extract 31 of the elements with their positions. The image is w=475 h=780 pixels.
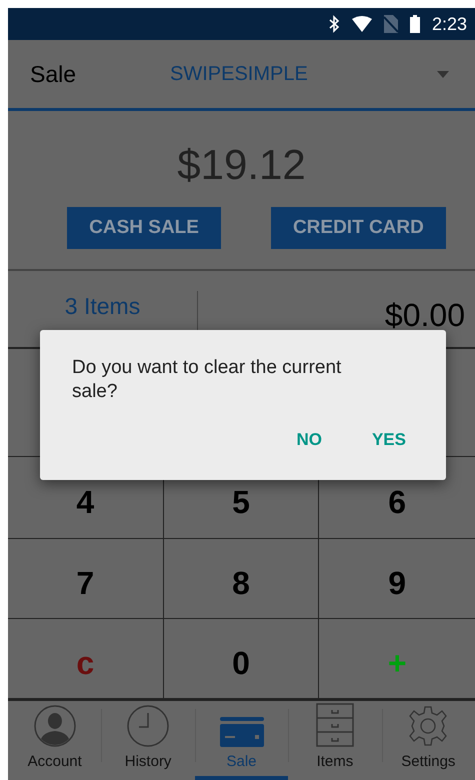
payment-button[interactable]: CREDIT CARD (270, 207, 446, 249)
person-icon (34, 705, 76, 747)
wifi-icon (352, 16, 372, 32)
sale-amount: $19.12 (177, 141, 306, 189)
screen-title: Sale (30, 60, 78, 88)
drawers-icon (316, 703, 354, 747)
keypad-key[interactable]: 9 (319, 539, 475, 619)
total-amount: $0.00 (384, 297, 465, 334)
keypad-key[interactable]: 7 (8, 539, 164, 619)
dialog-message: Do you want to clear the current sale? (72, 356, 342, 404)
dropdown-caret-icon (437, 70, 449, 78)
keypad-key[interactable]: + (319, 619, 475, 699)
clock-time: 2:23 (432, 14, 467, 34)
nav-tab[interactable]: Sale (194, 701, 288, 780)
bluetooth-icon (328, 15, 340, 33)
payment-button[interactable]: CASH SALE (67, 207, 221, 249)
account-dropdown[interactable]: SWIPESIMPLE (170, 62, 461, 86)
dialog-button[interactable]: NO (296, 430, 322, 450)
credit-card-icon (220, 717, 264, 747)
settings-icon (407, 705, 450, 747)
nav-tab[interactable]: History (101, 701, 195, 780)
nav-tab[interactable]: Items (288, 701, 382, 780)
battery-icon (410, 15, 420, 33)
nav-tab[interactable]: Settings (382, 701, 475, 780)
no-sim-icon (384, 15, 398, 33)
keypad-key[interactable]: c (8, 619, 164, 699)
clock-icon (127, 705, 170, 747)
keypad-key[interactable]: 8 (164, 539, 320, 619)
nav-tab[interactable]: Account (8, 701, 102, 780)
dialog-button[interactable]: YES (372, 430, 406, 450)
keypad-key[interactable]: 0 (164, 619, 320, 699)
